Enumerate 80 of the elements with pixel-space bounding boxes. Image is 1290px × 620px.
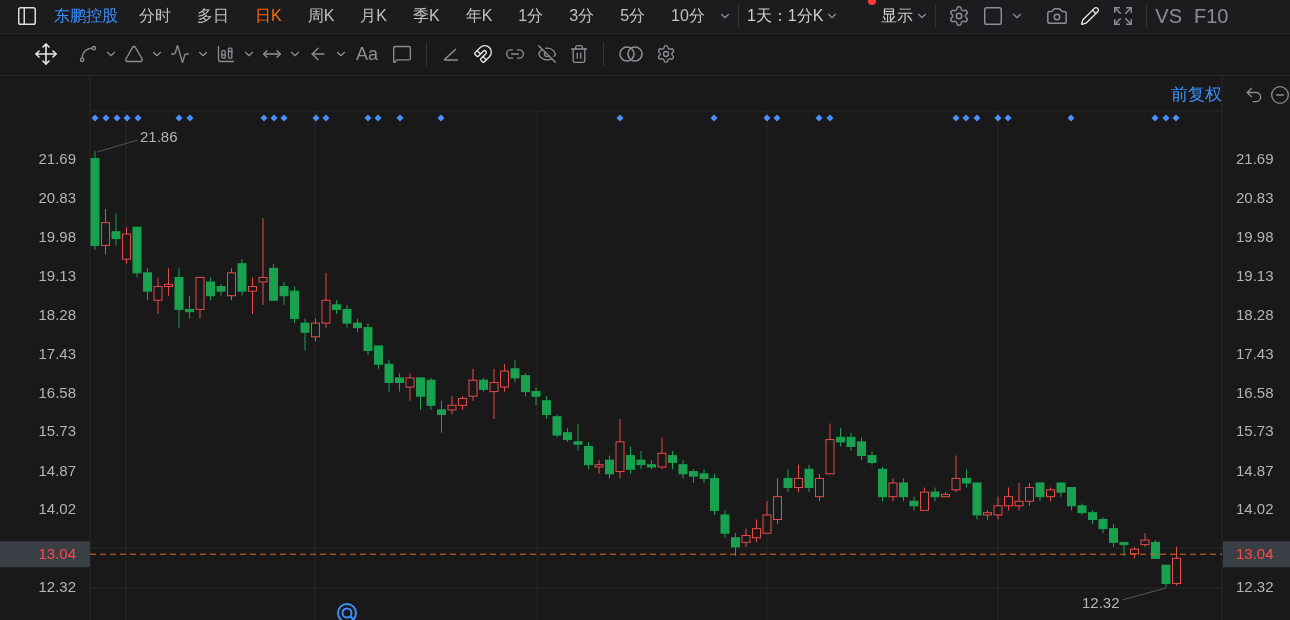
period-tab[interactable]: 多日 (184, 5, 242, 27)
candlestick (783, 468, 793, 493)
zoom-out-icon[interactable] (1270, 84, 1290, 105)
candlestick (258, 217, 268, 306)
period-tab[interactable]: 日K (242, 5, 295, 27)
candlestick (1151, 539, 1160, 559)
candlestick (111, 212, 121, 246)
candlestick (657, 436, 667, 470)
candlestick (248, 276, 257, 315)
candlestick (605, 455, 614, 479)
candlestick (920, 487, 929, 511)
axis-label: 19.13 (1236, 267, 1274, 285)
axis-label: 18.28 (38, 305, 76, 323)
candlestick (909, 496, 919, 511)
candlestick (899, 477, 908, 502)
axis-label: 15.73 (1236, 422, 1274, 440)
price-adjustment-button[interactable]: 前复权 (1165, 82, 1228, 107)
f10-button[interactable]: F10 (1192, 4, 1231, 28)
high-price-label: 21.86 (140, 128, 178, 145)
current-price-label: 13.04 (1223, 541, 1290, 568)
candlestick (468, 368, 478, 402)
axis-label: 12.32 (1236, 578, 1274, 596)
candlestick (573, 423, 583, 452)
candlestick (101, 208, 110, 256)
compare-button[interactable]: VS (1153, 4, 1185, 28)
axis-label: 18.28 (1236, 305, 1274, 323)
candlestick (815, 473, 824, 502)
candlestick (668, 450, 677, 470)
axis-label: 16.58 (1236, 383, 1274, 401)
candlestick (794, 464, 803, 493)
axis-label: 17.43 (38, 344, 76, 362)
leader-line (96, 139, 139, 153)
period-tab[interactable]: 季K (400, 5, 453, 27)
period-tab[interactable]: 分时 (126, 5, 184, 27)
candlestick (731, 532, 740, 557)
candlestick (437, 400, 446, 434)
axis-label: 15.73 (38, 422, 76, 440)
range-dropdown[interactable]: 1天：1分K (744, 5, 826, 27)
candlestick (804, 464, 814, 493)
period-tab[interactable]: 5分 (607, 5, 659, 27)
axis-label: 20.83 (1236, 189, 1274, 207)
candlestick (1161, 564, 1171, 588)
current-price-label: 13.04 (0, 541, 90, 568)
axis-label: 17.43 (1236, 344, 1274, 362)
leader-line (1121, 587, 1167, 601)
period-tab[interactable]: 年K (452, 5, 506, 27)
candlestick (542, 395, 551, 420)
candlestick (1140, 532, 1150, 548)
period-tab[interactable]: 月K (347, 5, 400, 27)
axis-label: 16.58 (38, 383, 76, 401)
candlestick (888, 477, 898, 502)
candlestick (584, 441, 593, 470)
ref-line-label: 13.04 (38, 545, 76, 563)
candlestick (930, 487, 940, 502)
axis-label: 21.69 (38, 150, 76, 168)
text-tool[interactable]: Aa (348, 43, 387, 65)
candlestick (300, 318, 310, 352)
display-dropdown[interactable]: 显示 (879, 5, 916, 27)
low-price-label: 12.32 (1082, 594, 1120, 611)
period-tab[interactable]: 周K (294, 5, 348, 27)
period-tab[interactable]: 3分 (556, 5, 608, 27)
axis-label: 19.98 (1236, 228, 1274, 246)
axis-label: 21.69 (1236, 150, 1274, 168)
axis-label: 19.13 (38, 267, 76, 285)
axis-label: 14.87 (1236, 461, 1274, 479)
axis-label: 14.02 (38, 500, 76, 518)
candlestick (594, 459, 604, 475)
candlestick (405, 372, 415, 402)
candlestick (720, 509, 730, 539)
axis-label: 20.83 (38, 189, 76, 207)
axis-label: 19.98 (38, 228, 76, 246)
axis-label: 14.02 (1236, 500, 1274, 518)
candlestick (951, 455, 961, 493)
candlestick (1035, 482, 1045, 502)
axis-label: 12.32 (38, 578, 76, 596)
candlestick (227, 267, 236, 301)
stock-name: 东鹏控股 (54, 5, 118, 26)
period-tab[interactable]: 10分 (658, 5, 718, 27)
axis-label: 14.87 (38, 461, 76, 479)
period-tab[interactable]: 1分 (505, 5, 557, 27)
